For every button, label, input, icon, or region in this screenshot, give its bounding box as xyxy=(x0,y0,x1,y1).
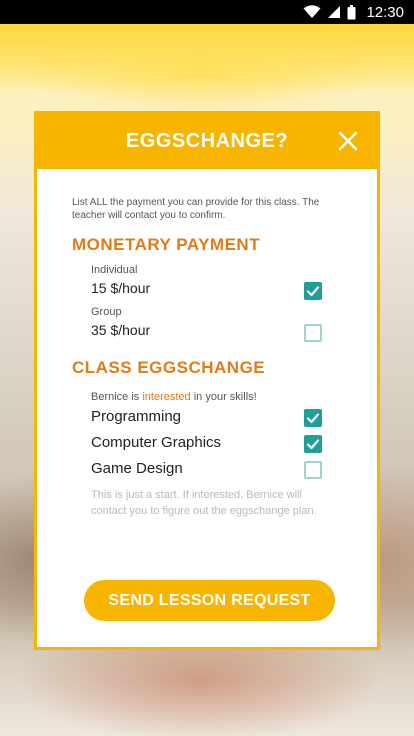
wifi-icon xyxy=(303,5,321,19)
skill-computer-graphics-label: Computer Graphics xyxy=(91,434,222,451)
dialog-header: EGGSCHANGE? xyxy=(37,114,377,169)
skill-programming-checkbox[interactable] xyxy=(304,409,322,427)
close-icon[interactable] xyxy=(337,130,359,152)
skill-programming-label: Programming xyxy=(91,408,182,425)
interest-line: Bernice is interested in your skills! xyxy=(91,391,257,403)
eggschange-note: This is just a start. If interested, Ber… xyxy=(91,489,317,517)
status-bar: 12:30 xyxy=(0,0,414,24)
skill-game-design-checkbox[interactable] xyxy=(304,461,322,479)
status-time: 12:30 xyxy=(366,3,404,21)
individual-label: Individual xyxy=(91,264,138,276)
background-header-band xyxy=(0,24,414,94)
interest-highlight: interested xyxy=(142,391,191,403)
group-price: 35 $/hour xyxy=(91,322,151,338)
individual-price: 15 $/hour xyxy=(91,280,151,296)
battery-icon xyxy=(347,4,356,20)
send-lesson-request-button[interactable]: SEND LESSON REQUEST xyxy=(84,580,335,621)
eggschange-dialog: EGGSCHANGE? List ALL the payment you can… xyxy=(34,111,380,650)
skill-game-design-label: Game Design xyxy=(91,460,183,477)
group-label: Group xyxy=(91,306,122,318)
skill-computer-graphics-checkbox[interactable] xyxy=(304,435,322,453)
monetary-payment-title: MONETARY PAYMENT xyxy=(72,235,261,254)
signal-icon xyxy=(327,5,341,19)
class-eggschange-title: CLASS EGGSCHANGE xyxy=(72,358,266,377)
interest-suffix: in your skills! xyxy=(190,391,257,403)
intro-text: List ALL the payment you can provide for… xyxy=(72,197,320,221)
interest-prefix: Bernice is xyxy=(91,391,143,403)
group-checkbox[interactable] xyxy=(304,324,322,342)
individual-checkbox[interactable] xyxy=(304,282,322,300)
dialog-title: EGGSCHANGE? xyxy=(125,130,289,152)
